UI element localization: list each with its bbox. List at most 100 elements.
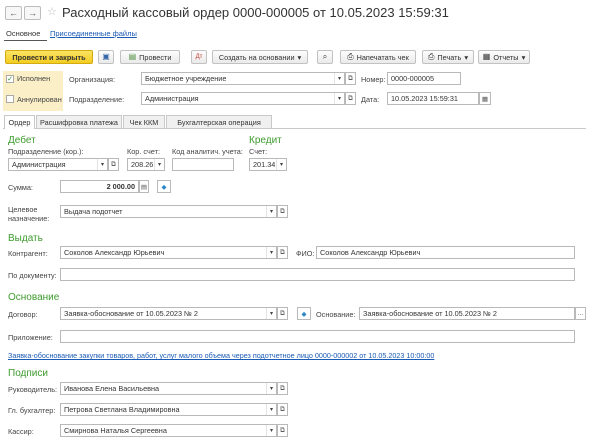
create-based-on-button[interactable]: Создать на основании ▾ (212, 50, 308, 64)
reports-button[interactable]: ▦ Отчеты ▾ (478, 50, 530, 64)
open-link-icon[interactable]: ⧉ (345, 72, 356, 85)
executed-checkbox[interactable]: ✓ (6, 75, 14, 83)
chief-accountant-field[interactable]: Петрова Светлана Владимировна ▾ (60, 403, 277, 416)
diamond-icon: ◆ (301, 310, 307, 318)
head-field[interactable]: Иванова Елена Васильевна ▾ (60, 382, 277, 395)
organization-field[interactable]: Бюджетное учреждение ▾ (141, 72, 345, 85)
favorite-star-icon[interactable]: ☆ (47, 7, 57, 18)
basis-field[interactable]: Заявка-обоснование от 10.05.2023 № 2 (359, 307, 575, 320)
more-icon[interactable]: … (575, 307, 586, 320)
tabs-divider (3, 128, 586, 129)
printer-icon: ⎙ (428, 52, 435, 61)
chevron-down-icon[interactable]: ▾ (154, 159, 164, 170)
fio-field[interactable]: Соколов Александр Юрьевич (316, 246, 575, 259)
chevron-down-icon[interactable]: ▾ (266, 206, 276, 217)
chevron-down-icon[interactable]: ▾ (266, 247, 276, 258)
chief-accountant-label: Гл. бухгалтер: (8, 406, 56, 415)
basis-label: Основание: (316, 310, 356, 319)
cashier-label: Кассир: (8, 427, 34, 436)
debit-department-field[interactable]: Администрация ▾ (8, 158, 108, 171)
open-link-icon[interactable]: ⧉ (277, 403, 288, 416)
fill-basis-button[interactable]: ◆ (297, 307, 311, 320)
printer-icon: ⎙ (347, 52, 354, 61)
tab-main[interactable]: Основное (6, 29, 40, 38)
executed-label: Исполнен (17, 74, 51, 83)
open-link-icon[interactable]: ⧉ (277, 307, 288, 320)
tab-payment-details[interactable]: Расшифровка платежа (36, 115, 122, 128)
open-link-icon[interactable]: ⧉ (277, 246, 288, 259)
analytic-code-field[interactable] (172, 158, 234, 171)
debit-heading: Дебет (8, 135, 36, 146)
cashier-field[interactable]: Смирнова Наталья Сергеевна ▾ (60, 424, 277, 437)
window-title: Расходный кассовый ордер 0000-000005 от … (62, 5, 449, 20)
chevron-down-icon[interactable]: ▾ (266, 383, 276, 394)
cancelled-checkbox[interactable] (6, 95, 14, 103)
corr-account-label: Кор. счет: (127, 147, 160, 156)
post-and-close-button[interactable]: Провести и закрыть (5, 50, 93, 64)
credit-account-field[interactable]: 201.34 ▾ (249, 158, 287, 171)
calculator-icon[interactable]: ▤ (139, 180, 149, 193)
attachment-field[interactable] (60, 330, 575, 343)
chevron-down-icon: ▾ (297, 52, 302, 62)
calendar-icon[interactable]: ▦ (479, 92, 491, 105)
chevron-down-icon[interactable]: ▾ (266, 404, 276, 415)
purpose-label-line2: назначение: (8, 214, 50, 223)
by-document-label: По документу: (8, 271, 57, 280)
fill-amount-button[interactable]: ◆ (157, 180, 171, 193)
back-button[interactable]: ← (5, 6, 22, 20)
counterparty-field[interactable]: Соколов Александр Юрьевич ▾ (60, 246, 277, 259)
tab-attached-files[interactable]: Присоединенные файлы (50, 29, 137, 38)
chevron-down-icon: ▾ (521, 52, 526, 62)
back-arrow-icon: ← (9, 7, 18, 18)
chevron-down-icon[interactable]: ▾ (266, 425, 276, 436)
open-link-icon[interactable]: ⧉ (277, 205, 288, 218)
date-label: Дата: (361, 95, 380, 104)
tab-accounting-operation[interactable]: Бухгалтерская операция (166, 115, 272, 128)
organization-label: Организация: (69, 75, 116, 84)
amount-field[interactable]: 2 000.00 (60, 180, 139, 193)
analytic-code-label: Код аналитич. учета: (172, 147, 243, 156)
dt-kt-icon: Дт (195, 54, 203, 60)
tab-main-underline (4, 40, 47, 41)
credit-account-label: Счет: (249, 147, 268, 156)
open-link-icon[interactable]: ⧉ (345, 92, 356, 105)
forward-arrow-icon: → (28, 7, 37, 18)
print-check-button[interactable]: ⎙ Напечатать чек (340, 50, 416, 64)
tab-kkm-check[interactable]: Чек ККМ (123, 115, 165, 128)
basis-document-link[interactable]: Заявка-обоснование закупки товаров, рабо… (8, 351, 434, 360)
credit-heading: Кредит (249, 135, 282, 146)
date-field[interactable]: 10.05.2023 15:59:31 (387, 92, 479, 105)
amount-label: Сумма: (8, 183, 33, 192)
department-label: Подразделение: (69, 95, 125, 104)
purpose-field[interactable]: Выдача подотчет ▾ (60, 205, 277, 218)
print-button[interactable]: ⎙ Печать ▾ (422, 50, 474, 64)
open-link-icon[interactable]: ⧉ (277, 424, 288, 437)
document-movements-button[interactable]: Дт (191, 50, 207, 64)
number-field[interactable]: 0000-000005 (387, 72, 461, 85)
forward-button[interactable]: → (24, 6, 41, 20)
search-button[interactable]: ⌕ (317, 50, 333, 64)
report-icon: ▦ (482, 52, 491, 61)
tab-order[interactable]: Ордер (4, 115, 35, 129)
contract-field[interactable]: Заявка-обоснование от 10.05.2023 № 2 ▾ (60, 307, 277, 320)
save-button[interactable]: ▣ (98, 50, 114, 64)
chevron-down-icon: ▾ (464, 52, 468, 62)
chevron-down-icon[interactable]: ▾ (334, 73, 344, 84)
department-field[interactable]: Администрация ▾ (141, 92, 345, 105)
debit-department-label: Подразделение (кор.): (8, 147, 84, 156)
by-document-field[interactable] (60, 268, 575, 281)
post-button[interactable]: ▤ Провести (120, 50, 180, 64)
search-icon: ⌕ (322, 52, 328, 61)
open-link-icon[interactable]: ⧉ (108, 158, 119, 171)
chevron-down-icon[interactable]: ▾ (266, 308, 276, 319)
head-label: Руководитель: (8, 385, 58, 394)
corr-account-field[interactable]: 208.26 ▾ (127, 158, 165, 171)
attachment-label: Приложение: (8, 333, 53, 342)
fio-label: ФИО: (296, 249, 315, 258)
open-link-icon[interactable]: ⧉ (277, 382, 288, 395)
chevron-down-icon[interactable]: ▾ (276, 159, 286, 170)
post-document-icon: ▤ (128, 52, 137, 61)
chevron-down-icon[interactable]: ▾ (97, 159, 107, 170)
chevron-down-icon[interactable]: ▾ (334, 93, 344, 104)
number-label: Номер: (361, 75, 386, 84)
